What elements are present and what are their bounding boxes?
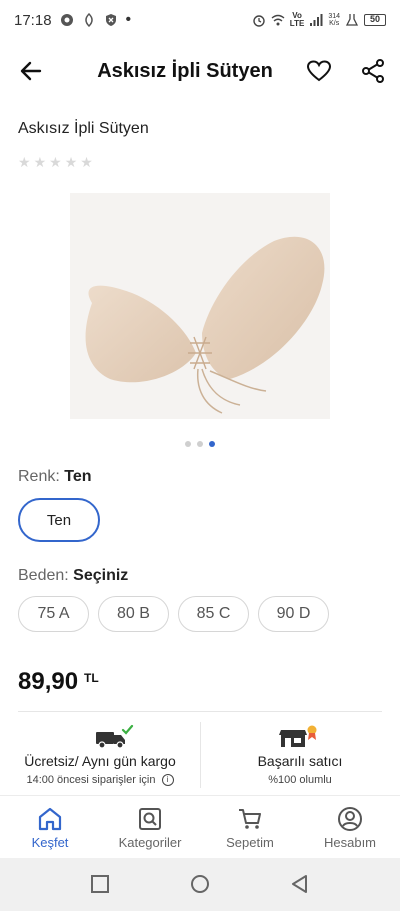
recent-apps-icon[interactable]: [90, 874, 110, 894]
chrome-icon: [60, 14, 73, 26]
size-selected-value: Seçiniz: [73, 567, 129, 584]
app-notification-icon: [84, 13, 93, 27]
size-option[interactable]: 80 B: [98, 596, 169, 632]
status-time: 17:18: [14, 11, 52, 29]
shipping-subtitle-text: 14:00 öncesi siparişler için: [26, 774, 156, 786]
nav-item-kategoriler[interactable]: Kategoriler: [100, 796, 200, 855]
size-label: Beden: Seçiniz: [18, 567, 128, 585]
shipping-title: Ücretsiz/ Aynı gün kargo: [24, 753, 176, 769]
app-header: Askısız İpli Sütyen: [0, 44, 400, 98]
size-label-text: Beden:: [18, 567, 69, 584]
info-icon[interactable]: i: [161, 774, 174, 787]
store-badge-icon: [279, 725, 317, 747]
lab-icon: [345, 14, 359, 26]
shipping-info: Ücretsiz/ Aynı gün kargo 14:00 öncesi si…: [0, 718, 200, 792]
star-icon: ★: [80, 154, 93, 170]
size-option[interactable]: 90 D: [258, 596, 329, 632]
carousel-dot-active[interactable]: [209, 441, 215, 447]
image-carousel-dots[interactable]: [0, 441, 400, 447]
carousel-dot[interactable]: [185, 441, 191, 447]
seller-subtitle: %100 olumlu: [268, 774, 332, 786]
color-selected-value: Ten: [64, 468, 92, 485]
category-search-icon: [139, 808, 161, 830]
volte-indicator: Vo LTE: [289, 11, 305, 28]
share-icon[interactable]: [360, 58, 386, 84]
system-nav-bar: [0, 858, 400, 911]
nav-item-kesfet[interactable]: Keşfet: [0, 796, 100, 855]
bra-illustration: [85, 236, 325, 414]
nav-label: Kategoriler: [118, 835, 182, 850]
star-icon: ★: [18, 154, 31, 170]
size-options: 75 A 80 B 85 C 90 D: [18, 596, 329, 632]
network-speed: 314 K/s: [328, 13, 340, 27]
wifi-icon: [271, 14, 285, 26]
shipping-subtitle: 14:00 öncesi siparişler için i: [0, 774, 200, 787]
rating-stars[interactable]: ★ ★ ★ ★ ★: [18, 154, 93, 170]
nav-item-hesabim[interactable]: Hesabım: [300, 796, 400, 855]
shield-icon: [105, 14, 116, 26]
size-option[interactable]: 85 C: [178, 596, 249, 632]
alarm-icon: [253, 15, 265, 27]
info-row: Ücretsiz/ Aynı gün kargo 14:00 öncesi si…: [0, 718, 400, 792]
page-title: Askısız İpli Sütyen: [97, 60, 273, 82]
divider: [18, 711, 382, 712]
home-button-icon[interactable]: [190, 874, 210, 894]
account-icon: [338, 807, 362, 831]
color-label-text: Renk:: [18, 468, 60, 485]
bottom-nav: Keşfet Kategoriler Sepetim Hesabım: [0, 795, 400, 855]
more-notifications-dot: •: [125, 11, 132, 28]
product-name: Askısız İpli Sütyen: [18, 120, 149, 137]
nav-label: Sepetim: [226, 835, 274, 850]
price-currency: TL: [84, 671, 99, 685]
nav-item-sepetim[interactable]: Sepetim: [200, 796, 300, 855]
color-option-ten[interactable]: Ten: [18, 498, 100, 542]
seller-title: Başarılı satıcı: [257, 753, 343, 769]
nav-label: Hesabım: [323, 835, 377, 850]
star-icon: ★: [49, 154, 62, 170]
nav-label: Keşfet: [31, 835, 69, 850]
carousel-dot[interactable]: [197, 441, 203, 447]
star-icon: ★: [64, 154, 78, 170]
cart-icon: [239, 809, 261, 829]
star-icon: ★: [33, 154, 47, 170]
size-option[interactable]: 75 A: [18, 596, 89, 632]
favorite-heart-icon[interactable]: [306, 58, 332, 84]
color-label: Renk: Ten: [18, 468, 92, 486]
seller-info: Başarılı satıcı %100 olumlu: [200, 718, 400, 792]
battery-indicator: 50: [364, 14, 386, 26]
truck-check-icon: [96, 724, 134, 749]
price-value: 89,90: [18, 668, 79, 695]
signal-icon: [310, 14, 323, 26]
home-icon: [38, 807, 62, 831]
status-bar: 17:18 • Vo LTE 314 K/s 50: [0, 0, 400, 40]
back-button-icon[interactable]: [290, 874, 310, 894]
product-image[interactable]: [70, 193, 330, 419]
